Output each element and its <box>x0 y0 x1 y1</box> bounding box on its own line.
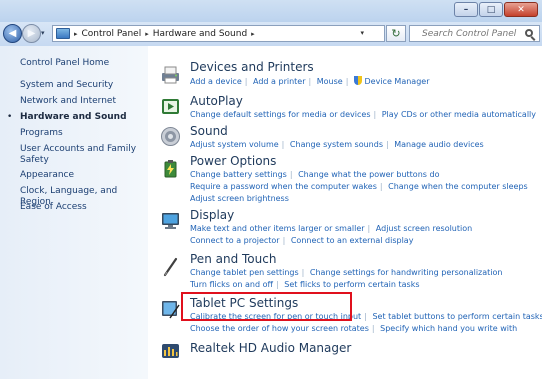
task-links-row: Turn flicks on and off | Set flicks to pe… <box>190 280 420 289</box>
main-content: Devices and Printers Add a device | Add a… <box>148 46 542 379</box>
task-links-row: Choose the order of how your screen rota… <box>190 324 518 333</box>
breadcrumb-separator[interactable]: ▸ <box>74 30 78 38</box>
breadcrumb-separator[interactable]: ▸ <box>145 30 149 38</box>
current-item-bullet: • <box>7 112 13 122</box>
task-links-row: Require a password when the computer wak… <box>190 182 528 191</box>
control-panel-icon <box>56 28 70 39</box>
connect-external-display-link[interactable]: Connect to an external display <box>291 236 414 245</box>
change-battery-settings-link[interactable]: Change battery settings <box>190 170 287 179</box>
sidebar-item-user-accounts[interactable]: User Accounts and Family Safety <box>20 144 144 166</box>
breadcrumb-separator[interactable]: ▸ <box>251 30 255 38</box>
forward-button[interactable]: ▶ <box>22 24 41 43</box>
change-pen-settings-link[interactable]: Change tablet pen settings <box>190 268 299 277</box>
navigation-bar: ◀ ▶ ▾ ▸ Control Panel ▸ Hardware and Sou… <box>0 22 542 46</box>
breadcrumb-hardware-and-sound[interactable]: Hardware and Sound <box>153 29 247 39</box>
task-links-row: Change battery settings | Change what the… <box>190 170 440 179</box>
adjust-volume-link[interactable]: Adjust system volume <box>190 140 279 149</box>
search-icon[interactable] <box>525 29 533 37</box>
task-links-row: Connect to a projector | Connect to an ex… <box>190 236 414 245</box>
category-title[interactable]: Power Options <box>190 154 276 168</box>
handwriting-personalization-link[interactable]: Change settings for handwriting personal… <box>310 268 503 277</box>
make-text-larger-link[interactable]: Make text and other items larger or smal… <box>190 224 365 233</box>
change-default-media-settings-link[interactable]: Change default settings for media or dev… <box>190 110 370 119</box>
task-links-row: Add a device | Add a printer | Mouse | Devi… <box>190 76 430 86</box>
mouse-link[interactable]: Mouse <box>317 77 343 86</box>
task-links-row: Adjust system volume | Change system soun… <box>190 140 484 149</box>
task-links-row: Adjust screen brightness <box>190 194 289 203</box>
sidebar-item-system-and-security[interactable]: System and Security <box>20 80 144 91</box>
address-dropdown-icon[interactable]: ▾ <box>360 29 364 37</box>
tablet-icon[interactable] <box>160 298 181 319</box>
set-tablet-buttons-link[interactable]: Set tablet buttons to perform certain ta… <box>372 312 542 321</box>
title-bar: – □ ✕ <box>0 0 542 22</box>
pen-icon[interactable] <box>160 256 181 277</box>
window-controls: – □ ✕ <box>453 2 538 17</box>
recent-pages-dropdown[interactable]: ▾ <box>41 29 45 37</box>
sidebar: Control Panel Home System and Security N… <box>0 46 148 379</box>
monitor-icon[interactable] <box>160 210 181 231</box>
connect-projector-link[interactable]: Connect to a projector <box>190 236 280 245</box>
adjust-resolution-link[interactable]: Adjust screen resolution <box>376 224 472 233</box>
back-button[interactable]: ◀ <box>3 24 22 43</box>
change-system-sounds-link[interactable]: Change system sounds <box>290 140 383 149</box>
sidebar-item-ease-of-access[interactable]: Ease of Access <box>20 202 144 213</box>
category-title[interactable]: Display <box>190 208 234 222</box>
writing-hand-link[interactable]: Specify which hand you write with <box>380 324 517 333</box>
turn-flicks-link[interactable]: Turn flicks on and off <box>190 280 273 289</box>
sidebar-item-network-and-internet[interactable]: Network and Internet <box>20 96 144 107</box>
task-links-row: Make text and other items larger or smal… <box>190 224 473 233</box>
close-button[interactable]: ✕ <box>504 2 538 17</box>
category-title[interactable]: Tablet PC Settings <box>190 296 298 310</box>
screen-rotation-order-link[interactable]: Choose the order of how your screen rota… <box>190 324 369 333</box>
audio-manager-icon[interactable] <box>160 340 181 361</box>
search-input[interactable] <box>409 25 540 42</box>
calibrate-screen-link[interactable]: Calibrate the screen for pen or touch in… <box>190 312 361 321</box>
breadcrumb-control-panel[interactable]: Control Panel <box>82 29 142 39</box>
task-links-row: Change tablet pen settings | Change setti… <box>190 268 503 277</box>
speaker-icon[interactable] <box>160 126 181 147</box>
require-password-link[interactable]: Require a password when the computer wak… <box>190 182 377 191</box>
shield-icon <box>353 76 362 85</box>
category-title[interactable]: AutoPlay <box>190 94 243 108</box>
device-manager-link[interactable]: Device Manager <box>365 77 430 86</box>
sidebar-item-appearance[interactable]: Appearance <box>20 170 144 181</box>
battery-icon[interactable] <box>160 158 181 179</box>
autoplay-icon[interactable] <box>160 96 181 117</box>
minimize-button[interactable]: – <box>454 2 478 17</box>
add-printer-link[interactable]: Add a printer <box>253 77 305 86</box>
change-sleep-link[interactable]: Change when the computer sleeps <box>388 182 528 191</box>
category-title[interactable]: Realtek HD Audio Manager <box>190 341 351 355</box>
category-title[interactable]: Pen and Touch <box>190 252 276 266</box>
printer-icon[interactable] <box>160 64 181 85</box>
adjust-brightness-link[interactable]: Adjust screen brightness <box>190 194 289 203</box>
sidebar-item-control-panel-home[interactable]: Control Panel Home <box>20 58 144 69</box>
task-links-row: Calibrate the screen for pen or touch in… <box>190 312 542 321</box>
refresh-button[interactable]: ↻ <box>386 25 406 42</box>
manage-audio-devices-link[interactable]: Manage audio devices <box>394 140 483 149</box>
sidebar-item-programs[interactable]: Programs <box>20 128 144 139</box>
sidebar-item-hardware-and-sound: Hardware and Sound <box>20 112 127 122</box>
change-power-buttons-link[interactable]: Change what the power buttons do <box>298 170 439 179</box>
play-cds-link[interactable]: Play CDs or other media automatically <box>382 110 536 119</box>
add-device-link[interactable]: Add a device <box>190 77 242 86</box>
category-title[interactable]: Sound <box>190 124 228 138</box>
address-bar[interactable]: ▸ Control Panel ▸ Hardware and Sound ▸ ▾ <box>52 25 385 42</box>
set-flicks-link[interactable]: Set flicks to perform certain tasks <box>284 280 419 289</box>
task-links-row: Change default settings for media or dev… <box>190 110 536 119</box>
maximize-button[interactable]: □ <box>479 2 503 17</box>
category-title[interactable]: Devices and Printers <box>190 60 314 74</box>
